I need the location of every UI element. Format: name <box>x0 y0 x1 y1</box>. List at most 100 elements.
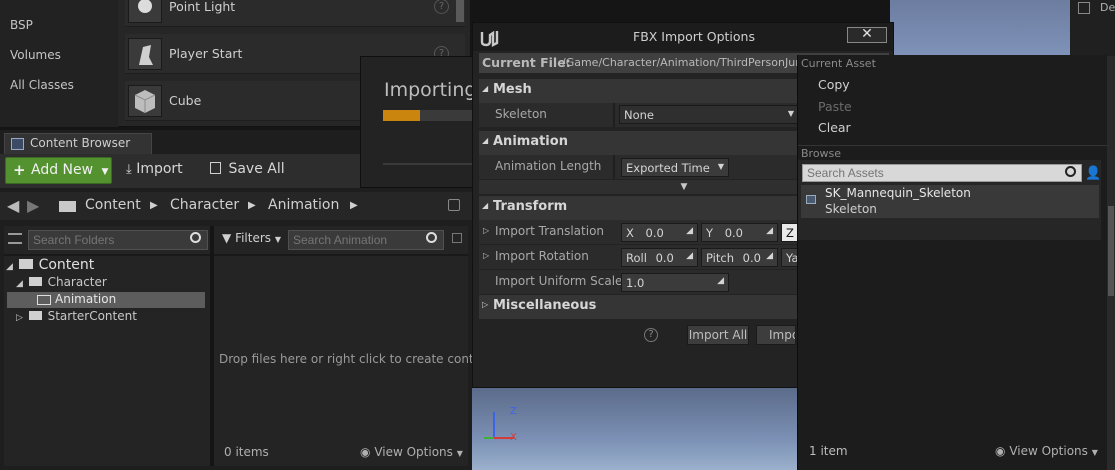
paste-menu-item[interactable]: Paste <box>818 99 852 114</box>
uniform-scale-label: Import Uniform Scale <box>495 274 623 288</box>
drag-handle-icon: ◢ <box>766 251 773 261</box>
breadcrumb-content[interactable]: Content <box>85 197 141 213</box>
viewport-top[interactable] <box>890 0 1070 56</box>
importing-progress-fill <box>383 110 420 121</box>
lock-icon[interactable] <box>448 199 460 211</box>
breadcrumb-animation[interactable]: Animation <box>268 197 339 213</box>
anim-length-dropdown[interactable]: Exported Time ▼ <box>621 158 729 177</box>
section-label: Animation <box>493 134 568 149</box>
import-label: Impo <box>769 328 795 342</box>
dialog-titlebar[interactable]: FBX Import Options ✕ <box>473 23 893 51</box>
rotation-pitch-field[interactable]: Pitch 0.0 ◢ <box>701 248 778 267</box>
translation-x-field[interactable]: X 0.0 ◢ <box>621 223 698 242</box>
view-options-label: View Options <box>374 445 453 459</box>
menu-divider <box>798 145 1108 146</box>
actor-item-point-light[interactable]: Point Light ? <box>125 0 465 27</box>
plus-icon: + <box>13 161 26 179</box>
viewport-corner-label: De <box>1100 1 1115 14</box>
category-bsp[interactable]: BSP <box>10 18 33 32</box>
viewport-bottom[interactable]: Z X <box>472 388 797 470</box>
player-start-icon <box>128 38 162 70</box>
search-assets-input[interactable] <box>802 164 1082 182</box>
copy-menu-item[interactable]: Copy <box>818 77 850 92</box>
category-all-classes[interactable]: All Classes <box>10 78 74 92</box>
collapsed-arrow-icon[interactable]: ▷ <box>483 251 489 260</box>
chevron-down-icon: ▼ <box>1091 448 1098 457</box>
search-animation-input[interactable] <box>288 230 444 250</box>
importing-progress-track <box>383 110 475 121</box>
section-label: Miscellaneous <box>493 298 597 313</box>
import-button[interactable]: Impo <box>756 325 796 345</box>
rotation-roll-field[interactable]: Roll 0.0 ◢ <box>621 248 698 267</box>
forward-arrow-icon[interactable]: ▶ <box>27 196 39 215</box>
picker-view-options-button[interactable]: ◉ View Options ▼ <box>995 444 1098 458</box>
add-new-button[interactable]: + Add New ▼ <box>5 157 112 184</box>
skeleton-label: Skeleton <box>495 107 547 121</box>
search-folders-input[interactable] <box>28 230 208 250</box>
roll-value: 0.0 <box>655 251 674 265</box>
path-bar: ◀ ▶ Content ▶ Character ▶ Animation ▶ <box>0 192 472 220</box>
actors-scrollbar[interactable] <box>456 0 464 22</box>
actor-label: Point Light <box>169 0 236 14</box>
point-light-icon <box>128 0 162 23</box>
search-icon <box>426 232 437 243</box>
sources-toggle-icon[interactable] <box>8 233 22 244</box>
folder-icon <box>28 311 42 320</box>
drag-handle-icon: ◢ <box>717 276 724 286</box>
back-arrow-icon[interactable]: ◀ <box>7 196 19 215</box>
view-options-label: View Options <box>1009 444 1088 458</box>
current-file-label: Current File: <box>482 55 571 70</box>
view-options-button[interactable]: ◉ View Options ▼ <box>360 445 463 459</box>
close-icon: ✕ <box>861 26 873 42</box>
help-icon[interactable]: ? <box>644 328 658 342</box>
import-button[interactable]: ⤓ Import <box>126 161 183 177</box>
filters-button[interactable]: ▼ Filters ▼ <box>222 231 281 245</box>
asset-result-row[interactable]: SK_Mannequin_Skeleton Skeleton <box>801 185 1099 218</box>
axis-y: Y <box>706 226 714 240</box>
scrollbar-thumb[interactable] <box>1108 206 1114 296</box>
asset-view[interactable]: ▼ Filters ▼ Drop files here or right cli… <box>214 226 497 466</box>
current-asset-heading: Current Asset <box>801 57 876 70</box>
translation-label: Import Translation <box>495 224 605 238</box>
content-browser-icon <box>11 138 24 150</box>
right-scrollbar[interactable] <box>1107 56 1115 470</box>
result-name: SK_Mannequin_Skeleton <box>825 186 971 200</box>
category-volumes[interactable]: Volumes <box>10 48 61 62</box>
pitch-label: Pitch <box>706 251 734 265</box>
clear-menu-item[interactable]: Clear <box>818 120 851 135</box>
translation-y-field[interactable]: Y 0.0 ◢ <box>701 223 778 242</box>
tree-item-animation[interactable]: Animation <box>7 292 205 308</box>
translation-y-value: 0.0 <box>724 226 743 240</box>
help-icon[interactable]: ? <box>434 0 449 14</box>
breadcrumb-character[interactable]: Character <box>170 197 239 213</box>
actor-label: Player Start <box>169 46 243 61</box>
user-icon[interactable]: 👤 <box>1085 166 1101 181</box>
sources-panel: ◢ Content ◢ Character Animation ▷ Starte… <box>4 226 210 466</box>
tree-item-content[interactable]: ◢ Content <box>6 257 206 274</box>
search-icon <box>1065 166 1076 177</box>
tab-content-browser[interactable]: Content Browser <box>4 133 152 154</box>
chevron-down-icon: ▼ <box>101 167 109 177</box>
importing-divider <box>383 163 475 165</box>
tree-label: StarterContent <box>47 309 137 323</box>
search-icon <box>190 232 201 243</box>
tree-item-character[interactable]: ◢ Character <box>16 275 206 291</box>
folder-icon <box>37 295 51 305</box>
uniform-scale-field[interactable]: 1.0 ◢ <box>621 273 729 292</box>
anim-length-value: Exported Time <box>626 161 710 175</box>
asset-view-separator <box>214 254 468 256</box>
close-button[interactable]: ✕ <box>847 27 887 43</box>
save-all-button[interactable]: Save All <box>210 161 285 177</box>
unreal-logo-icon <box>480 30 499 47</box>
skeleton-dropdown[interactable]: None ▼ <box>619 105 799 124</box>
expand-arrow-icon: ◢ <box>6 262 13 272</box>
tree-item-startercontent[interactable]: ▷ StarterContent <box>16 309 206 325</box>
collapsed-arrow-icon[interactable]: ▷ <box>483 226 489 235</box>
chevron-down-icon: ▼ <box>787 109 794 118</box>
import-all-button[interactable]: Import All <box>687 325 749 345</box>
skeleton-asset-icon <box>806 195 816 204</box>
drag-handle-icon: ◢ <box>686 251 693 261</box>
viewport-options-icon[interactable] <box>1078 2 1090 14</box>
save-search-icon[interactable] <box>452 233 462 243</box>
collapsed-arrow-icon: ▷ <box>482 300 489 309</box>
